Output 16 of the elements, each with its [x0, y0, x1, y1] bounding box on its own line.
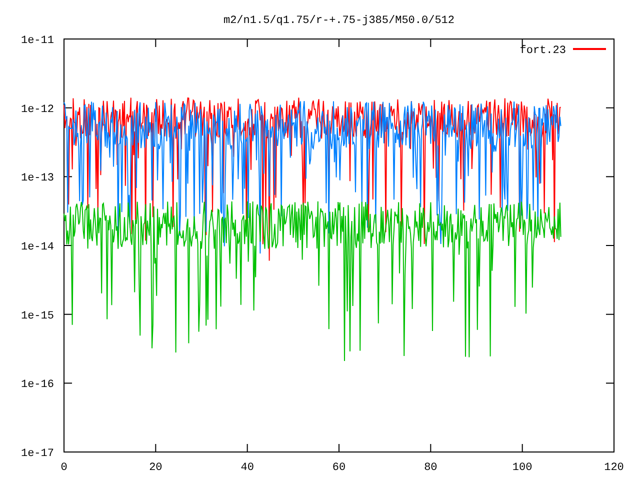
- axis-tick-label: 100: [512, 462, 532, 474]
- axis-tick-label: 0: [60, 462, 68, 474]
- axis-tick-label: 60: [332, 462, 346, 474]
- axis-tick-label: 1e-17: [20, 448, 54, 460]
- axis-tick-label: 1e-14: [20, 242, 54, 254]
- axis-tick-label: 1e-11: [20, 35, 54, 47]
- axis-tick-label: 1e-16: [20, 379, 54, 392]
- axis-tick-label: 40: [240, 462, 254, 474]
- axis-tick-label: 20: [149, 462, 162, 474]
- axis-tick-label: 1e-15: [20, 310, 54, 322]
- axis-tick-label: 80: [424, 462, 438, 474]
- axis-tick-label: 120: [604, 462, 624, 474]
- axis-tick-label: 1e-12: [20, 104, 54, 116]
- axis-tick-label: 1e-13: [20, 172, 54, 185]
- chart-title: m2/n1.5/q1.75/r-+.75-j385/M50.0/512: [223, 15, 455, 27]
- legend-label: fort.23: [520, 45, 566, 57]
